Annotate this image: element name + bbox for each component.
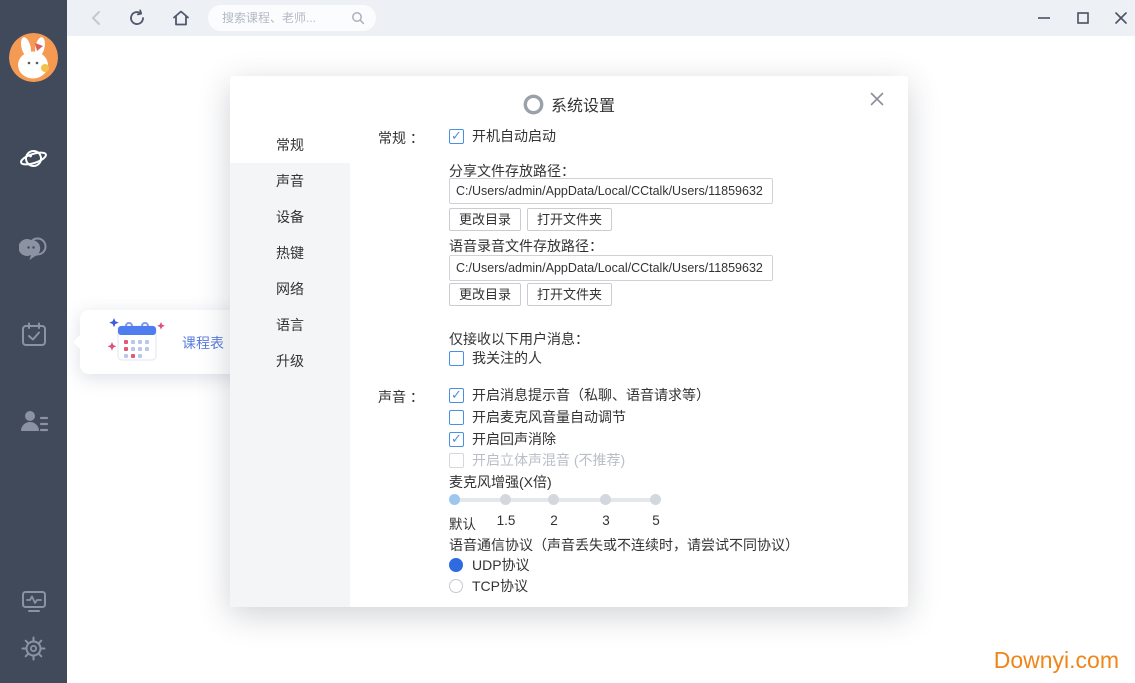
mic-gain-label: 麦克风增强(X倍) [449,472,552,492]
record-path-buttons: 更改目录 打开文件夹 [449,283,612,306]
tcp-radio[interactable] [449,579,463,593]
search-input[interactable] [222,11,350,25]
calendar-illustration-icon [106,314,168,375]
slider-dot-5[interactable] [650,494,661,505]
mic-auto-volume-label: 开启麦克风音量自动调节 [472,407,626,427]
share-path-buttons: 更改目录 打开文件夹 [449,208,612,231]
close-window-button[interactable] [1112,9,1130,27]
refresh-icon[interactable] [127,8,147,28]
echo-cancel-checkbox[interactable] [449,432,464,447]
change-directory-button[interactable]: 更改目录 [449,208,521,231]
watermark-text: Downyi.com [994,647,1119,674]
tcp-radio-label: TCP协议 [472,576,528,596]
followed-only-checkbox[interactable] [449,351,464,366]
sound-section-label: 声音 ： [378,387,424,407]
slider-label-1-5[interactable]: 1.5 [497,513,516,528]
share-path-input[interactable] [449,178,773,204]
autostart-label: 开机自动启动 [472,126,556,146]
record-path-input[interactable] [449,255,773,281]
system-settings-dialog: 系统设置 常规 声音 设备 热键 网络 语言 升级 常规 ： 开机自动启动 分享… [230,76,908,607]
stereo-mix-label: 开启立体声混音 (不推荐) [472,450,625,470]
udp-radio[interactable] [449,558,463,572]
slider-labels: 默认 1.5 2 3 5 [449,513,669,529]
top-navigation-bar [67,0,1135,36]
slider-dot-default[interactable] [449,494,460,505]
protocol-label: 语音通信协议（声音丢失或不连续时，请尝试不同协议） [449,535,799,555]
followed-only-label: 我关注的人 [472,348,542,368]
record-path-label: 语音录音文件存放路径： [449,236,603,256]
echo-cancel-checkbox-row[interactable]: 开启回声消除 [449,429,556,449]
search-bar[interactable] [208,5,376,31]
stereo-mix-checkbox-row: 开启立体声混音 (不推荐) [449,450,625,470]
message-sound-checkbox[interactable] [449,388,464,403]
followed-only-checkbox-row[interactable]: 我关注的人 [449,348,542,368]
slider-label-default[interactable]: 默认 [449,513,476,533]
contacts-icon[interactable] [0,407,67,437]
schedule-tooltip[interactable]: 课程表 [80,310,250,374]
planet-icon[interactable] [0,143,67,174]
calendar-check-icon[interactable] [0,321,67,349]
mic-auto-volume-checkbox[interactable] [449,410,464,425]
chat-bubbles-icon[interactable] [0,234,67,263]
settings-gear-icon[interactable] [0,635,67,662]
slider-dot-3[interactable] [600,494,611,505]
autostart-checkbox[interactable] [449,129,464,144]
message-sound-checkbox-row[interactable]: 开启消息提示音（私聊、语音请求等） [449,385,710,405]
slider-label-5[interactable]: 5 [652,513,660,528]
udp-radio-row[interactable]: UDP协议 [449,555,530,575]
message-sound-label: 开启消息提示音（私聊、语音请求等） [472,385,710,405]
back-icon[interactable] [87,8,107,28]
user-avatar[interactable] [9,33,58,82]
mic-auto-volume-checkbox-row[interactable]: 开启麦克风音量自动调节 [449,407,626,427]
minimize-button[interactable] [1035,9,1053,27]
tcp-radio-row[interactable]: TCP协议 [449,576,528,596]
echo-cancel-label: 开启回声消除 [472,429,556,449]
open-folder-button-2[interactable]: 打开文件夹 [527,283,612,306]
change-directory-button-2[interactable]: 更改目录 [449,283,521,306]
monitor-activity-icon[interactable] [0,587,67,615]
stereo-mix-checkbox [449,453,464,468]
autostart-checkbox-row[interactable]: 开机自动启动 [449,126,556,146]
search-icon[interactable] [350,10,366,26]
home-icon[interactable] [171,8,191,28]
maximize-button[interactable] [1074,9,1092,27]
mic-gain-slider[interactable] [449,494,661,506]
slider-dot-1-5[interactable] [500,494,511,505]
only-receive-label: 仅接收以下用户消息： [449,329,589,349]
open-folder-button[interactable]: 打开文件夹 [527,208,612,231]
app-sidebar [0,0,67,683]
settings-content: 常规 ： 开机自动启动 分享文件存放路径： 更改目录 打开文件夹 语音录音文件存… [230,76,908,607]
udp-radio-label: UDP协议 [472,555,530,575]
slider-label-2[interactable]: 2 [550,513,558,528]
slider-dot-2[interactable] [548,494,559,505]
slider-label-3[interactable]: 3 [602,513,610,528]
tooltip-label[interactable]: 课程表 [182,333,224,353]
general-section-label: 常规 ： [378,128,424,148]
